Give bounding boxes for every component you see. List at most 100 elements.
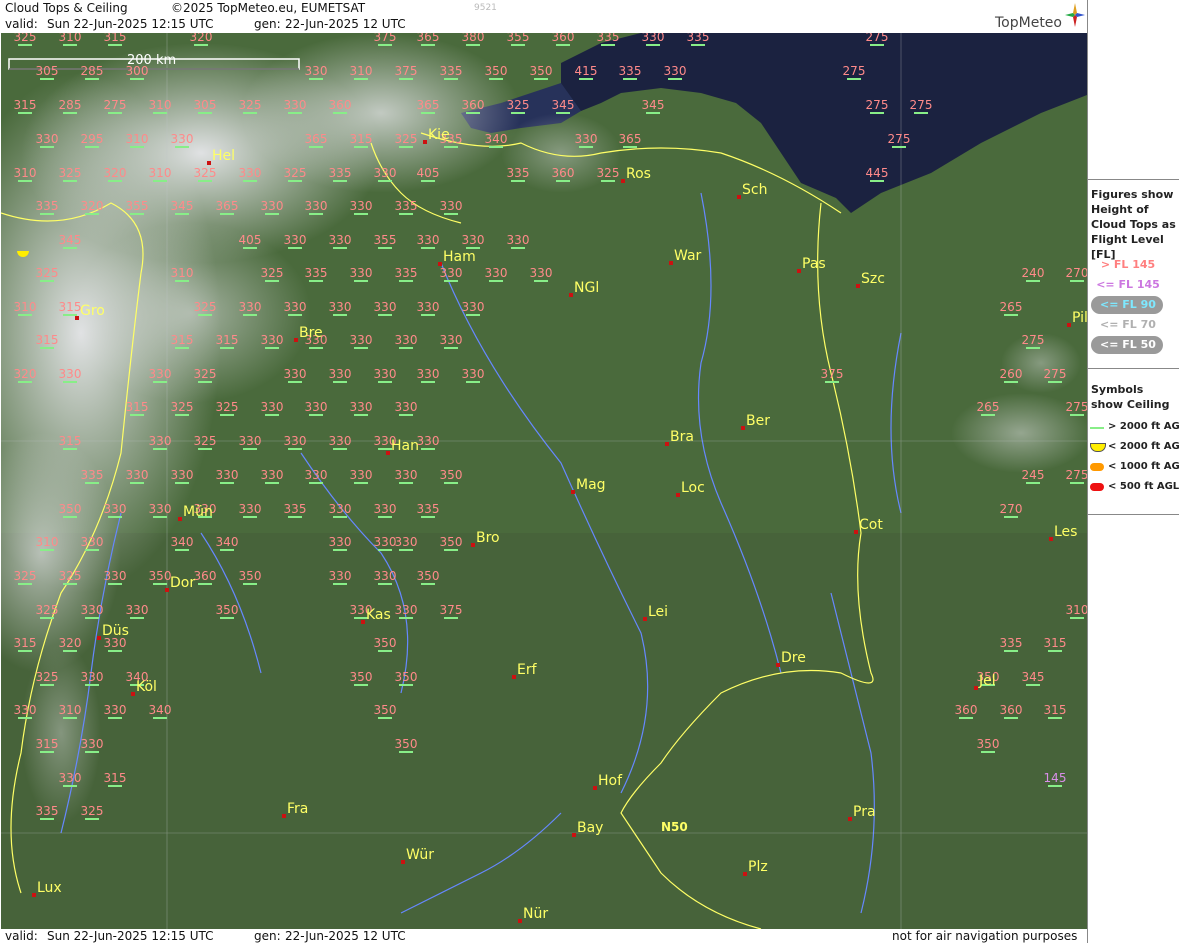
- cloud-top-value: 330: [329, 569, 352, 583]
- cloud-top-value: 275: [866, 98, 889, 112]
- cloud-top-value: 335: [619, 64, 642, 78]
- city-label: Jel: [978, 673, 996, 689]
- cloud-top-value: 325: [216, 400, 239, 414]
- cloud-top-value: 310: [126, 132, 149, 146]
- city-marker: [854, 530, 858, 534]
- ceiling-legend-title: Symbols show Ceiling: [1091, 383, 1170, 411]
- cloud-top-value: 365: [619, 132, 642, 146]
- ceiling-legend-item: > 2000 ft AGL: [1088, 420, 1179, 436]
- cloud-top-value: 310: [59, 33, 82, 44]
- cloud-top-value: 310: [1066, 603, 1087, 617]
- cloud-top-value: 330: [59, 367, 82, 381]
- city-marker: [97, 636, 101, 640]
- cloud-top-value: 330: [417, 367, 440, 381]
- city-label: Nür: [523, 906, 548, 922]
- cloud-top-value: 310: [171, 266, 194, 280]
- cloud-top-value: 270: [1066, 266, 1087, 280]
- city-marker: [676, 493, 680, 497]
- cloud-top-value: 330: [417, 434, 440, 448]
- cloud-top-value: 305: [36, 64, 59, 78]
- cloud-top-value: 275: [1066, 400, 1087, 414]
- cloud-top-value: 330: [350, 333, 373, 347]
- cloud-top-value: 335: [305, 266, 328, 280]
- cloud-top-value: 325: [14, 569, 37, 583]
- cloud-top-value: 315: [126, 400, 149, 414]
- cloud-top-value: 330: [417, 300, 440, 314]
- cloud-top-value: 330: [350, 400, 373, 414]
- cloud-top-value: 315: [1044, 636, 1067, 650]
- city-marker: [131, 692, 135, 696]
- cloud-top-value: 335: [329, 166, 352, 180]
- ceiling-legend-item: < 500 ft AGL: [1088, 480, 1179, 496]
- city-marker: [282, 814, 286, 818]
- cloud-top-value: 330: [149, 502, 172, 516]
- city-label: Düs: [102, 623, 129, 639]
- city-marker: [741, 426, 745, 430]
- cloud-top-value: 365: [417, 98, 440, 112]
- cloud-top-value: 330: [664, 64, 687, 78]
- ceiling-legend-label: < 2000 ft AGL: [1108, 441, 1179, 452]
- cloud-top-value: 330: [305, 64, 328, 78]
- city-marker: [423, 140, 427, 144]
- ceiling-pill-icon: [1090, 483, 1104, 491]
- cloud-top-value: 380: [462, 33, 485, 44]
- cloud-top-value: 330: [239, 434, 262, 448]
- city-label: Pra: [853, 804, 876, 820]
- cloud-top-value: 325: [284, 166, 307, 180]
- cloud-top-value: 315: [59, 434, 82, 448]
- cloud-top-value: 265: [977, 400, 1000, 414]
- cloud-top-value: 330: [81, 603, 104, 617]
- cloud-top-value: 330: [81, 670, 104, 684]
- city-marker: [75, 316, 79, 320]
- city-label: Gro: [80, 303, 105, 319]
- cloud-top-value: 330: [350, 468, 373, 482]
- cloud-top-value: 330: [485, 266, 508, 280]
- cloud-top-value: 330: [239, 502, 262, 516]
- cloud-top-value: 360: [194, 569, 217, 583]
- city-label: Sch: [742, 182, 767, 198]
- cloud-top-value: 330: [395, 535, 418, 549]
- cloud-top-value: 330: [374, 166, 397, 180]
- cloud-top-value: 345: [171, 199, 194, 213]
- cloud-top-value: 265: [1000, 300, 1023, 314]
- cloud-top-value: 330: [440, 333, 463, 347]
- cloud-top-value: 375: [395, 64, 418, 78]
- cloud-top-value: 340: [216, 535, 239, 549]
- cloud-top-value: 310: [149, 166, 172, 180]
- city-marker: [361, 620, 365, 624]
- cloud-top-value: 325: [14, 33, 37, 44]
- city-label: Ber: [746, 413, 770, 429]
- city-marker: [593, 786, 597, 790]
- cloud-top-value: 405: [417, 166, 440, 180]
- city-label: Bra: [670, 429, 694, 445]
- cloud-top-value: 360: [462, 98, 485, 112]
- city-label: Loc: [681, 480, 705, 496]
- cloud-top-value: 330: [395, 400, 418, 414]
- city-marker: [294, 338, 298, 342]
- map-canvas: 200 km N50 325 310 315 320 375 365 380 355 360 33…: [1, 33, 1087, 929]
- city-label: Wür: [406, 847, 434, 863]
- cloud-top-value: 285: [59, 98, 82, 112]
- cloud-top-value: 330: [261, 199, 284, 213]
- cloud-top-value: 330: [329, 434, 352, 448]
- cloud-top-value: 320: [81, 199, 104, 213]
- cloud-top-value: 330: [149, 434, 172, 448]
- cloud-top-value: 285: [81, 64, 104, 78]
- city-label: Köl: [136, 679, 157, 695]
- cloud-top-value: 315: [14, 636, 37, 650]
- cloud-top-value: 345: [642, 98, 665, 112]
- cloud-top-value: 315: [104, 771, 127, 785]
- cloud-top-value: 325: [507, 98, 530, 112]
- cloud-top-value: 330: [329, 502, 352, 516]
- cloud-top-value: 315: [104, 33, 127, 44]
- cloud-top-value: 275: [843, 64, 866, 78]
- ceiling-legend-item: < 2000 ft AGL: [1088, 440, 1179, 456]
- cloud-top-value: 320: [190, 33, 213, 44]
- city-label: Dor: [170, 575, 195, 591]
- cloud-top-value: 310: [350, 64, 373, 78]
- cloud-top-value: 315: [36, 333, 59, 347]
- city-label: War: [674, 248, 702, 264]
- city-label: Mün: [183, 504, 213, 520]
- cloud-top-value: 415: [575, 64, 598, 78]
- cloud-top-value: 350: [59, 502, 82, 516]
